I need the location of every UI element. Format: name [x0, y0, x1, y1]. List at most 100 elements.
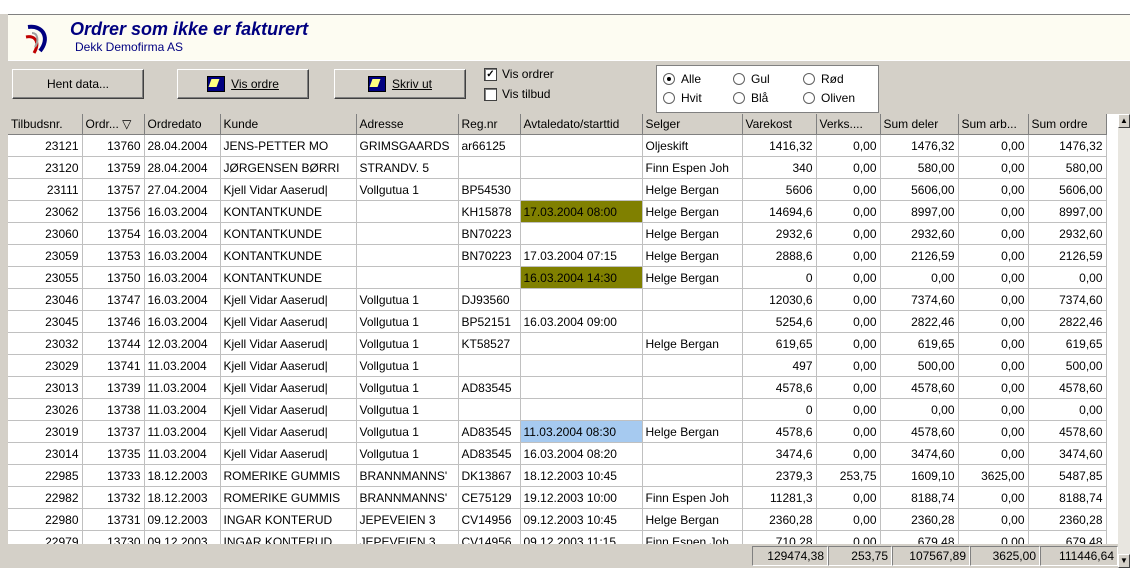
table-cell: 23121	[8, 134, 83, 157]
total-sum-deler: 107567,89	[892, 546, 970, 566]
table-row[interactable]: 23060 13754 16.03.2004 KONTANTKUNDE BN70223 H…	[8, 222, 1107, 245]
table-row[interactable]: 22979 13730 09.12.2003 INGAR KONTERUD JEPEVE…	[8, 530, 1107, 544]
orders-table: Tilbudsnr. Ordr... ▽ Ordredato Kunde Adresse…	[8, 114, 1107, 544]
table-cell	[356, 200, 459, 223]
table-cell: Helge Bergan	[642, 222, 743, 245]
table-cell: 0,00	[816, 222, 881, 245]
table-row[interactable]: 22980 13731 09.12.2003 INGAR KONTERUD JEPEVE…	[8, 508, 1107, 531]
table-cell: 16.03.2004 09:00	[520, 310, 643, 333]
table-cell: 0,00	[958, 420, 1029, 443]
table-cell: 13735	[82, 442, 145, 465]
radio-all[interactable]: Alle	[663, 72, 701, 86]
table-row[interactable]: 23019 13737 11.03.2004 Kjell Vidar Aaserud|…	[8, 420, 1107, 443]
column-header[interactable]: Avtaledato/starttid	[520, 114, 643, 135]
company-logo-icon	[25, 24, 47, 54]
table-cell: Vollgutua 1	[356, 420, 459, 443]
table-cell: 0,00	[958, 442, 1029, 465]
column-header[interactable]: Verks....	[816, 114, 881, 135]
show-order-button[interactable]: Vis ordre	[177, 69, 309, 99]
table-cell: 13739	[82, 376, 145, 399]
table-row[interactable]: 22982 13732 18.12.2003 ROMERIKE GUMMIS BRANN…	[8, 486, 1107, 509]
table-cell: ar66125	[458, 134, 521, 157]
column-header[interactable]: Reg.nr	[458, 114, 521, 135]
table-cell	[458, 354, 521, 377]
table-cell: 13760	[82, 134, 145, 157]
table-row[interactable]: 23120 13759 28.04.2004 JØRGENSEN BØRRI STRAN…	[8, 156, 1107, 179]
table-cell: 4578,6	[742, 420, 817, 443]
print-button[interactable]: Skriv ut	[334, 69, 466, 99]
fetch-data-button[interactable]: Hent data...	[12, 69, 144, 99]
table-row[interactable]: 23055 13750 16.03.2004 KONTANTKUNDE 16.03.20…	[8, 266, 1107, 289]
page-title: Ordrer som ikke er fakturert	[70, 19, 309, 39]
table-cell: 2126,59	[880, 244, 959, 267]
table-cell: 4578,60	[880, 376, 959, 399]
column-header[interactable]: Sum ordre	[1028, 114, 1107, 135]
table-cell: CE75129	[458, 486, 521, 509]
table-row[interactable]: 22985 13733 18.12.2003 ROMERIKE GUMMIS BRANN…	[8, 464, 1107, 487]
column-header[interactable]: Varekost	[742, 114, 817, 135]
table-cell: 0,00	[958, 508, 1029, 531]
radio-blue[interactable]: Blå	[733, 91, 768, 105]
table-cell	[520, 222, 643, 245]
orders-grid[interactable]: Tilbudsnr. Ordr... ▽ Ordredato Kunde Adresse…	[8, 114, 1118, 544]
table-cell: 5606	[742, 178, 817, 201]
vertical-scrollbar[interactable]: ▲ ▼	[1118, 114, 1130, 568]
table-row[interactable]: 23013 13739 11.03.2004 Kjell Vidar Aaserud|…	[8, 376, 1107, 399]
table-cell: 0,00	[816, 420, 881, 443]
table-cell	[458, 266, 521, 289]
table-row[interactable]: 23014 13735 11.03.2004 Kjell Vidar Aaserud|…	[8, 442, 1107, 465]
table-row[interactable]: 23029 13741 11.03.2004 Kjell Vidar Aaserud|…	[8, 354, 1107, 377]
table-cell: 22985	[8, 464, 83, 487]
radio-yellow[interactable]: Gul	[733, 72, 770, 86]
table-cell: Kjell Vidar Aaserud|	[220, 310, 357, 333]
column-header[interactable]: Adresse	[356, 114, 459, 135]
table-cell: BP54530	[458, 178, 521, 201]
table-cell: Finn Espen Joh	[642, 156, 743, 179]
table-cell: 0,00	[958, 530, 1029, 544]
table-cell: KONTANTKUNDE	[220, 244, 357, 267]
table-cell: Kjell Vidar Aaserud|	[220, 288, 357, 311]
table-cell: Helge Bergan	[642, 508, 743, 531]
column-header[interactable]: Selger	[642, 114, 743, 135]
table-row[interactable]: 23121 13760 28.04.2004 JENS-PETTER MO GRIMSG…	[8, 134, 1107, 157]
show-quotes-checkbox[interactable]: Vis tilbud	[484, 87, 550, 101]
table-cell	[520, 398, 643, 421]
table-cell: 3474,60	[1028, 442, 1107, 465]
table-cell: AD83545	[458, 442, 521, 465]
show-orders-checkbox[interactable]: ✓ Vis ordrer	[484, 67, 554, 81]
scroll-up-icon[interactable]: ▲	[1118, 114, 1130, 128]
table-row[interactable]: 23045 13746 16.03.2004 Kjell Vidar Aaserud|…	[8, 310, 1107, 333]
table-cell: JEPEVEIEN 3	[356, 530, 459, 544]
radio-red[interactable]: Rød	[803, 72, 844, 86]
table-row[interactable]: 23062 13756 16.03.2004 KONTANTKUNDE KH15878 1…	[8, 200, 1107, 223]
table-row[interactable]: 23026 13738 11.03.2004 Kjell Vidar Aaserud|…	[8, 398, 1107, 421]
table-cell: 3474,6	[742, 442, 817, 465]
scroll-down-icon[interactable]: ▼	[1118, 554, 1130, 568]
column-header[interactable]: Kunde	[220, 114, 357, 135]
table-cell: 1476,32	[1028, 134, 1107, 157]
table-cell: 4578,6	[742, 376, 817, 399]
column-header[interactable]: Tilbudsnr.	[8, 114, 83, 135]
column-header[interactable]: Ordredato	[144, 114, 221, 135]
table-row[interactable]: 23046 13747 16.03.2004 Kjell Vidar Aaserud|…	[8, 288, 1107, 311]
table-cell: 2126,59	[1028, 244, 1107, 267]
table-cell: 1476,32	[880, 134, 959, 157]
table-cell: BN70223	[458, 222, 521, 245]
table-cell: 09.12.2003	[144, 508, 221, 531]
table-cell: Vollgutua 1	[356, 332, 459, 355]
table-cell	[520, 376, 643, 399]
column-header[interactable]: Sum arb...	[958, 114, 1029, 135]
table-row[interactable]: 23111 13757 27.04.2004 Kjell Vidar Aaserud|…	[8, 178, 1107, 201]
table-row[interactable]: 23032 13744 12.03.2004 Kjell Vidar Aaserud|…	[8, 332, 1107, 355]
table-cell: 0,00	[958, 244, 1029, 267]
table-row[interactable]: 23059 13753 16.03.2004 KONTANTKUNDE BN70223 1…	[8, 244, 1107, 267]
radio-olive[interactable]: Oliven	[803, 91, 855, 105]
table-cell: 8188,74	[880, 486, 959, 509]
table-cell: 16.03.2004	[144, 266, 221, 289]
radio-white[interactable]: Hvit	[663, 91, 702, 105]
column-header[interactable]: Ordr... ▽	[82, 114, 145, 135]
table-cell	[520, 134, 643, 157]
table-cell	[458, 156, 521, 179]
column-header[interactable]: Sum deler	[880, 114, 959, 135]
table-cell: Vollgutua 1	[356, 354, 459, 377]
